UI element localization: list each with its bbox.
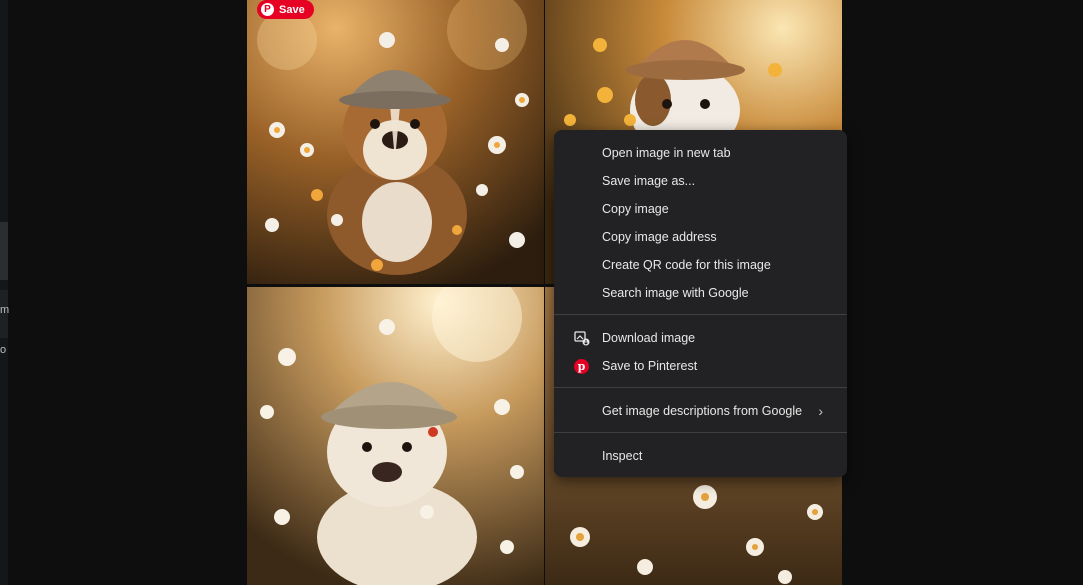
left-panel-block <box>0 222 8 280</box>
pinterest-icon: p <box>573 358 590 375</box>
menu-separator <box>554 387 847 388</box>
chevron-right-icon: › <box>818 403 823 419</box>
menu-item-label: Save image as... <box>602 174 696 188</box>
pinterest-save-button[interactable]: P Save <box>257 0 314 19</box>
left-panel-text: m <box>0 304 10 316</box>
menu-item-copy-image[interactable]: Copy image <box>554 195 847 223</box>
menu-item-label: Copy image <box>602 202 669 216</box>
context-menu: Open image in new tab Save image as... C… <box>554 130 847 477</box>
menu-item-open-image-new-tab[interactable]: Open image in new tab <box>554 139 847 167</box>
menu-item-label: Get image descriptions from Google <box>602 404 803 418</box>
menu-item-label: Open image in new tab <box>602 146 731 160</box>
menu-item-download-image[interactable]: Download image <box>554 324 847 352</box>
pinterest-logo-icon: P <box>261 3 274 16</box>
gallery-image-1[interactable] <box>247 0 544 284</box>
menu-item-save-to-pinterest[interactable]: p Save to Pinterest <box>554 352 847 380</box>
menu-item-label: Download image <box>602 331 696 345</box>
menu-item-save-image-as[interactable]: Save image as... <box>554 167 847 195</box>
menu-item-label: Inspect <box>602 449 643 463</box>
pinterest-save-label: Save <box>279 3 305 16</box>
left-edge-panel: m o <box>0 0 10 585</box>
menu-separator <box>554 432 847 433</box>
menu-item-inspect[interactable]: Inspect <box>554 442 847 470</box>
download-image-icon <box>573 330 590 347</box>
menu-item-copy-image-address[interactable]: Copy image address <box>554 223 847 251</box>
menu-item-label: Copy image address <box>602 230 717 244</box>
menu-item-search-image-google[interactable]: Search image with Google <box>554 279 847 307</box>
menu-separator <box>554 314 847 315</box>
left-panel-text: o <box>0 344 7 356</box>
menu-item-image-descriptions-google[interactable]: Get image descriptions from Google › <box>554 397 847 425</box>
menu-item-label: Create QR code for this image <box>602 258 771 272</box>
menu-item-create-qr-code[interactable]: Create QR code for this image <box>554 251 847 279</box>
menu-item-label: Save to Pinterest <box>602 359 698 373</box>
menu-item-label: Search image with Google <box>602 286 749 300</box>
gallery-image-3[interactable] <box>247 287 544 585</box>
